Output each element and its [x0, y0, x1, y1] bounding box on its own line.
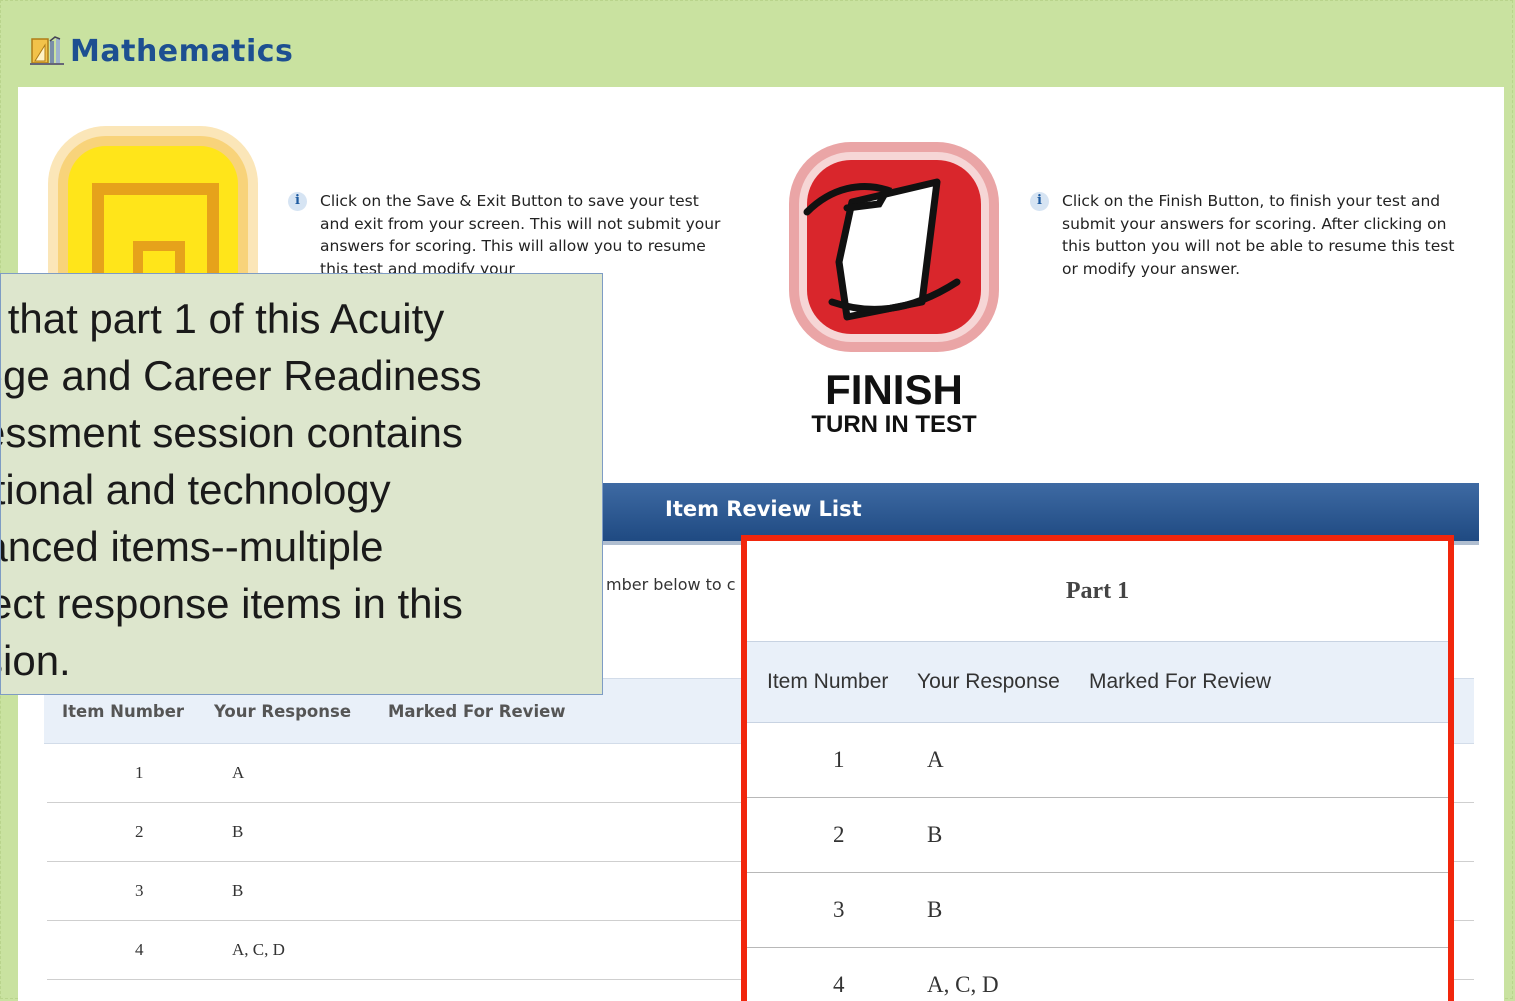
finish-icon-label: FINISH — [825, 366, 963, 413]
item-number[interactable]: 4 — [47, 940, 232, 960]
item-review-instruction: mber below to c — [606, 575, 736, 594]
item-response: B — [232, 822, 244, 841]
subject-header: Mathematics — [30, 30, 293, 72]
save-info: i Click on the Save & Exit Button to sav… — [288, 190, 728, 280]
table-row[interactable]: 1 A — [747, 723, 1448, 798]
part-label: Part 1 — [1065, 577, 1130, 604]
item-response: A — [927, 747, 944, 772]
col-item-number: Item Number — [62, 701, 185, 721]
item-review-title: Item Review List — [665, 497, 862, 521]
item-response: A, C, D — [232, 940, 285, 959]
save-info-text: Click on the Save & Exit Button to save … — [320, 192, 721, 278]
item-response: A, C, D — [927, 972, 999, 997]
table-row[interactable]: 4 A, C, D — [747, 948, 1448, 1001]
col-marked-for-review: Marked For Review — [1089, 670, 1272, 693]
annotation-callout: te that part 1 of this Acuity llege and … — [0, 273, 603, 695]
item-response: A — [232, 763, 245, 782]
col-item-number: Item Number — [767, 670, 889, 693]
finish-info-text: Click on the Finish Button, to finish yo… — [1062, 192, 1455, 278]
item-number[interactable]: 3 — [747, 897, 927, 923]
finish-info: i Click on the Finish Button, to finish … — [1030, 190, 1460, 280]
item-response: B — [927, 822, 943, 847]
zoomed-part-1-table: Part 1 Item Number Your Response Marked … — [741, 535, 1454, 1001]
col-marked-for-review: Marked For Review — [388, 701, 566, 721]
callout-text: te that part 1 of this Acuity llege and … — [1, 295, 482, 684]
col-your-response: Your Response — [214, 701, 352, 721]
turn-in-icon-label: TURN IN TEST — [811, 411, 977, 437]
item-response: B — [927, 897, 943, 922]
col-your-response: Your Response — [917, 670, 1060, 693]
item-number[interactable]: 1 — [747, 747, 927, 773]
item-number[interactable]: 1 — [47, 763, 232, 783]
item-number[interactable]: 4 — [747, 972, 927, 998]
item-response: B — [232, 881, 244, 900]
info-icon: i — [288, 192, 307, 211]
item-number[interactable]: 3 — [47, 881, 232, 901]
finish-turn-in-test-button[interactable]: FINISH TURN IN TEST — [787, 142, 1001, 437]
item-number[interactable]: 2 — [47, 822, 232, 842]
table-row[interactable]: 2 B — [747, 798, 1448, 873]
math-tools-icon — [30, 36, 64, 65]
info-icon: i — [1030, 192, 1049, 211]
zoom-table-header: Item Number Your Response Marked For Rev… — [747, 641, 1448, 723]
subject-title: Mathematics — [70, 33, 294, 69]
item-number[interactable]: 2 — [747, 822, 927, 848]
table-row[interactable]: 3 B — [747, 873, 1448, 948]
